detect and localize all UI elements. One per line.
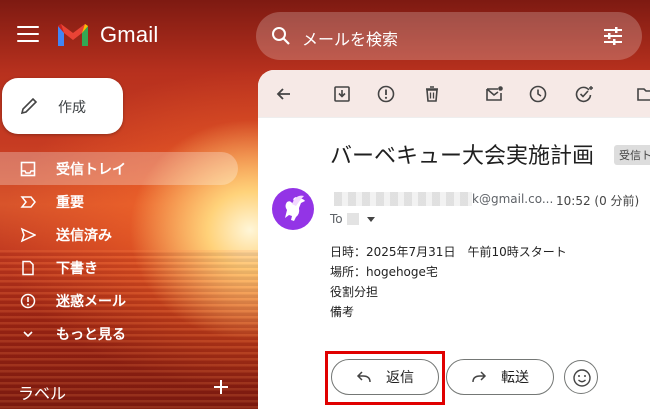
mark-unread-icon[interactable]: [484, 84, 504, 104]
emoji-reaction-button[interactable]: [564, 360, 598, 394]
delete-icon[interactable]: [422, 84, 442, 104]
body-line: 役割分担: [330, 285, 379, 299]
main-menu-icon[interactable]: [17, 26, 39, 44]
email-panel: バーベキュー大会実施計画 受信ト k@gmail.co... 10:52 (0 …: [258, 70, 650, 409]
sidebar-item-label: もっと見る: [56, 326, 126, 343]
sidebar-item-important[interactable]: 重要: [0, 185, 240, 218]
reply-label: 返信: [386, 370, 414, 386]
sidebar-item-more[interactable]: もっと見る: [0, 317, 240, 350]
search-placeholder[interactable]: メールを検索: [302, 26, 398, 50]
email-timestamp: 10:52 (0 分前): [556, 194, 640, 208]
show-details-dropdown-icon[interactable]: [366, 216, 375, 222]
folder-label-chip[interactable]: 受信ト: [614, 145, 650, 165]
top-bar: Gmail メールを検索: [0, 0, 650, 72]
forward-arrow-icon: [472, 371, 487, 383]
body-line: 場所：hogehoge宅: [330, 265, 438, 279]
reply-button[interactable]: 返信: [331, 359, 439, 395]
pencil-icon: [20, 97, 38, 115]
add-label-icon[interactable]: [212, 378, 230, 396]
sidebar-item-label: 送信済み: [56, 227, 112, 244]
move-to-icon[interactable]: [636, 84, 650, 104]
search-bar[interactable]: メールを検索: [256, 12, 642, 60]
chevron-down-icon: [23, 331, 33, 338]
archive-icon[interactable]: [332, 84, 352, 104]
sender-avatar[interactable]: [272, 188, 314, 230]
recipient-line[interactable]: To: [330, 212, 375, 226]
inbox-icon: [20, 161, 36, 177]
spam-icon: [20, 293, 36, 309]
reply-arrow-icon: [356, 371, 371, 383]
back-arrow-icon[interactable]: [274, 84, 294, 104]
compose-label: 作成: [58, 100, 86, 116]
to-label: To: [330, 212, 343, 226]
snooze-clock-icon[interactable]: [528, 84, 548, 104]
sidebar-item-inbox[interactable]: 受信トレイ: [0, 152, 238, 185]
sender-email: k@gmail.co...: [472, 192, 554, 206]
email-body: 日時：2025年7月31日 午前10時スタート 場所：hogehoge宅 役割分…: [330, 242, 567, 322]
sidebar-item-sent[interactable]: 送信済み: [0, 218, 240, 251]
app-name: Gmail: [100, 22, 159, 47]
sender-name-redacted: [334, 192, 472, 206]
sidebar-item-label: 重要: [56, 194, 84, 211]
body-line: 備考: [330, 305, 355, 319]
sidebar-item-spam[interactable]: 迷惑メール: [0, 284, 240, 317]
search-icon[interactable]: [270, 25, 292, 47]
label-important-icon: [20, 196, 36, 208]
smiley-icon: [573, 369, 591, 387]
sidebar-item-label: 迷惑メール: [56, 293, 126, 310]
email-toolbar: [258, 70, 650, 118]
forward-label: 転送: [501, 370, 529, 386]
sidebar-item-label: 受信トレイ: [56, 161, 126, 178]
report-spam-icon[interactable]: [376, 84, 396, 104]
search-options-icon[interactable]: [602, 26, 624, 46]
email-subject: バーベキュー大会実施計画: [330, 144, 595, 169]
sidebar-nav: 受信トレイ 重要 送信済み 下書き 迷惑メール もっと見る: [0, 152, 240, 350]
labels-header: ラベル: [18, 384, 67, 403]
add-to-tasks-icon[interactable]: [574, 84, 594, 104]
forward-button[interactable]: 転送: [446, 359, 554, 395]
draft-icon: [22, 260, 34, 276]
sidebar-item-label: 下書き: [56, 260, 98, 277]
compose-button[interactable]: 作成: [2, 78, 123, 134]
pegasus-icon: [285, 195, 305, 221]
gmail-logo: [58, 24, 88, 46]
send-icon: [20, 227, 36, 243]
sidebar-item-drafts[interactable]: 下書き: [0, 251, 240, 284]
recipient-redacted: [346, 213, 359, 225]
body-line: 日時：2025年7月31日 午前10時スタート: [330, 245, 567, 259]
